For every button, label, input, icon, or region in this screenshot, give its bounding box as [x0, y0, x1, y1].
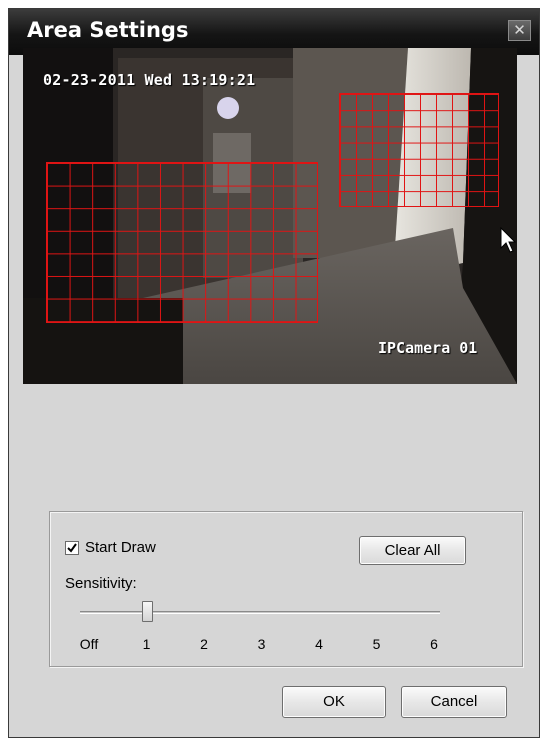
draw-settings-group: Start Draw Clear All Sensitivity: Off 1 2 3… — [49, 511, 523, 667]
camera-name-overlay: IPCamera 01 — [378, 339, 478, 357]
sensitivity-tick-label: 1 — [142, 636, 151, 652]
detection-area-grid[interactable] — [46, 162, 318, 323]
checkmark-icon — [67, 542, 77, 553]
start-draw-checkbox[interactable]: Start Draw — [65, 539, 156, 556]
start-draw-label: Start Draw — [85, 539, 156, 556]
sensitivity-slider-track[interactable] — [80, 611, 440, 614]
clear-all-button[interactable]: Clear All — [359, 536, 466, 565]
mouse-cursor-icon — [500, 227, 516, 253]
sensitivity-tick-label: 5 — [372, 636, 381, 652]
close-button[interactable]: ✕ — [508, 20, 531, 41]
sensitivity-label: Sensitivity: — [65, 575, 137, 592]
sensitivity-tick-label: 6 — [430, 636, 438, 652]
close-icon: ✕ — [513, 22, 526, 39]
detection-area-grid[interactable] — [339, 93, 499, 207]
cancel-button[interactable]: Cancel — [401, 686, 507, 718]
sensitivity-tick-label: 2 — [200, 636, 208, 652]
camera-preview[interactable]: 02-23-2011 Wed 13:19:21 IPCamera 01 — [23, 48, 517, 384]
timestamp-overlay: 02-23-2011 Wed 13:19:21 — [43, 71, 256, 89]
ok-button[interactable]: OK — [282, 686, 386, 718]
sensitivity-tick-label: Off — [79, 636, 99, 652]
sensitivity-slider-thumb[interactable] — [141, 601, 153, 622]
sensitivity-tick-label: 4 — [315, 636, 323, 652]
sensitivity-tick-label: 3 — [257, 636, 266, 652]
checkbox[interactable] — [65, 540, 79, 555]
dialog-title: Area Settings — [27, 18, 189, 42]
